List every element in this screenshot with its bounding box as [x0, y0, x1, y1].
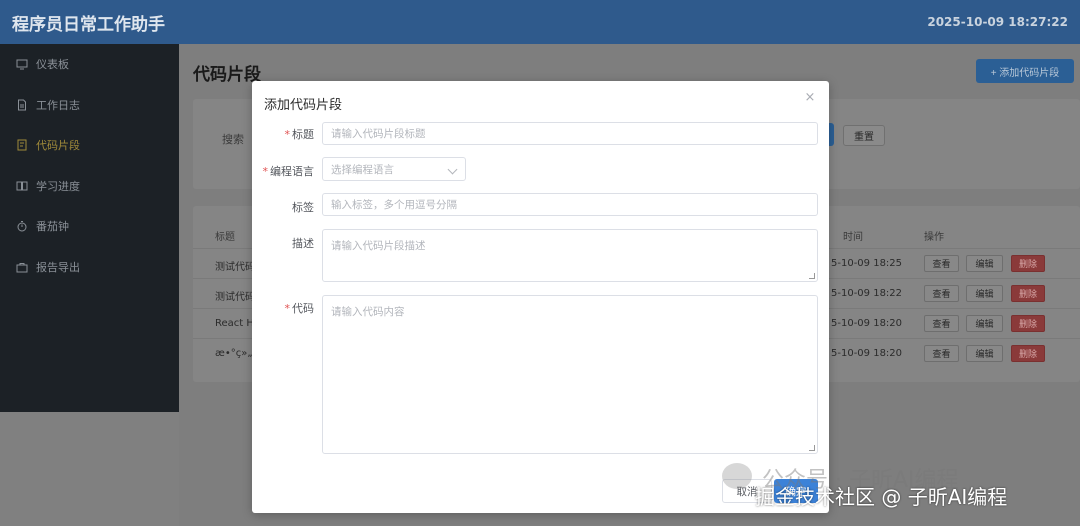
edit-button[interactable]: 编辑 [966, 345, 1003, 362]
title-label-text: 标题 [292, 128, 314, 141]
view-button[interactable]: 查看 [924, 285, 959, 302]
description-label-text: 描述 [292, 237, 314, 250]
snippet-icon [16, 139, 28, 151]
column-header-actions: 操作 [924, 232, 944, 243]
row-time: 5-10-09 18:25 [831, 258, 903, 269]
page-title: 代码片段 [193, 65, 261, 85]
sidebar-item-label: 代码片段 [36, 139, 80, 153]
language-label: * 编程语言 [252, 163, 315, 179]
row-time: 5-10-09 18:20 [831, 348, 903, 359]
add-snippet-button[interactable]: + 添加代码片段 [976, 59, 1074, 83]
row-time: 5-10-09 18:22 [831, 288, 903, 299]
search-label: 搜索 [222, 133, 244, 146]
required-mark: * [284, 302, 291, 315]
sidebar-item-work-log[interactable]: 工作日志 [0, 85, 179, 126]
delete-button[interactable]: 删除 [1011, 285, 1045, 302]
sidebar-item-label: 学习进度 [36, 179, 80, 193]
row-title: React H [215, 318, 254, 329]
sidebar-item-label: 工作日志 [36, 98, 80, 112]
description-placeholder: 请输入代码片段描述 [331, 240, 426, 252]
app-title: 程序员日常工作助手 [12, 14, 165, 35]
sidebar-item-export[interactable]: 报告导出 [0, 247, 179, 288]
column-header-title: 标题 [215, 232, 235, 243]
tags-input[interactable]: 输入标签，多个用逗号分隔 [322, 193, 818, 216]
column-header-time: 时间 [843, 232, 863, 243]
timer-icon [16, 220, 28, 232]
sidebar-item-code-snippets[interactable]: 代码片段 [0, 125, 179, 166]
description-label: 描述 [252, 235, 314, 251]
watermark-line2: 掘金技术社区 @ 子昕AI编程 [755, 485, 1008, 509]
chevron-down-icon [447, 164, 458, 175]
language-select[interactable]: 选择编程语言 [322, 157, 466, 181]
delete-button[interactable]: 删除 [1011, 345, 1045, 362]
required-mark: * [262, 165, 269, 178]
close-icon[interactable]: × [803, 91, 817, 105]
edit-button[interactable]: 编辑 [966, 255, 1003, 272]
sidebar-item-label: 番茄钟 [36, 220, 69, 234]
reset-button[interactable]: 重置 [843, 125, 885, 146]
wechat-icon [722, 463, 752, 489]
row-time: 5-10-09 18:20 [831, 318, 903, 329]
language-placeholder: 选择编程语言 [331, 163, 394, 176]
required-mark: * [284, 128, 291, 141]
title-input[interactable]: 请输入代码片段标题 [322, 122, 818, 145]
app-header: 程序员日常工作助手 2025-10-09 18:27:22 [0, 0, 1080, 44]
title-placeholder: 请输入代码片段标题 [331, 128, 426, 140]
tags-label: 标签 [252, 199, 314, 215]
sidebar-item-dashboard[interactable]: 仪表板 [0, 44, 179, 85]
document-icon [16, 99, 28, 111]
delete-button[interactable]: 删除 [1011, 315, 1045, 332]
dialog-title: 添加代码片段 [264, 98, 343, 113]
edit-button[interactable]: 编辑 [966, 315, 1003, 332]
dashboard-icon [16, 58, 28, 70]
sidebar-item-pomodoro[interactable]: 番茄钟 [0, 206, 179, 247]
briefcase-icon [16, 261, 28, 273]
row-title: 测试代码 [215, 292, 255, 303]
code-textarea[interactable]: 请输入代码内容 [322, 295, 818, 454]
view-button[interactable]: 查看 [924, 345, 959, 362]
code-placeholder: 请输入代码内容 [331, 306, 405, 318]
title-label: * 标题 [252, 126, 315, 142]
resize-handle-icon[interactable] [809, 445, 815, 451]
sidebar-item-learning[interactable]: 学习进度 [0, 166, 179, 207]
book-icon [16, 180, 28, 192]
edit-button[interactable]: 编辑 [966, 285, 1003, 302]
add-snippet-dialog: 添加代码片段 × * 标题 请输入代码片段标题 * 编程语言 选择编程语言 标签 输… [252, 81, 829, 513]
sidebar: 仪表板 工作日志 代码片段 学习进度 番茄钟 报告导出 [0, 44, 179, 412]
current-datetime: 2025-10-09 18:27:22 [927, 15, 1068, 29]
view-button[interactable]: 查看 [924, 315, 959, 332]
delete-button[interactable]: 删除 [1011, 255, 1045, 272]
row-title: 测试代码 [215, 262, 255, 273]
resize-handle-icon[interactable] [809, 273, 815, 279]
description-textarea[interactable]: 请输入代码片段描述 [322, 229, 818, 282]
language-label-text: 编程语言 [270, 165, 314, 178]
code-label: * 代码 [252, 300, 315, 316]
view-button[interactable]: 查看 [924, 255, 959, 272]
code-label-text: 代码 [292, 302, 314, 315]
tags-placeholder: 输入标签，多个用逗号分隔 [331, 199, 457, 211]
sidebar-item-label: 报告导出 [36, 260, 80, 274]
sidebar-item-label: 仪表板 [36, 58, 69, 72]
tags-label-text: 标签 [292, 201, 314, 214]
